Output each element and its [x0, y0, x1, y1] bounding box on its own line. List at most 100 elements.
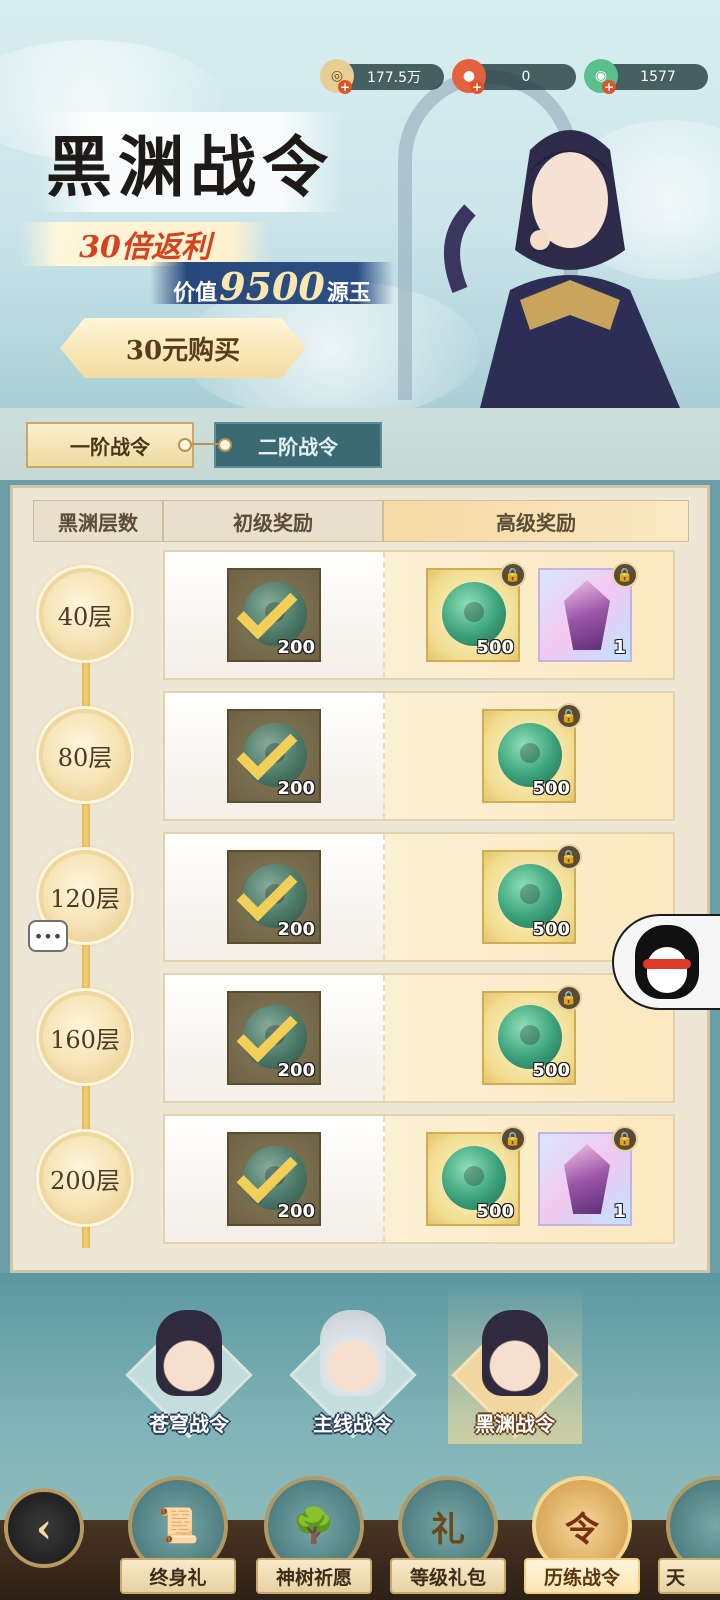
- character-portrait: [320, 1310, 386, 1396]
- value-label: 价值 9500 源玉: [150, 262, 394, 309]
- reward-item-jade[interactable]: 200: [227, 991, 321, 1085]
- lock-icon: 🔒: [612, 562, 638, 588]
- tier-tab-bar: 一阶战令 二阶战令: [0, 408, 720, 480]
- reward-card: 200 🔒 500: [163, 973, 675, 1103]
- level-badge: 40层: [39, 568, 131, 660]
- qq-penguin-icon: [635, 925, 699, 999]
- reward-item-jade[interactable]: 🔒 500: [426, 1126, 526, 1226]
- currency-red-orb[interactable]: ● + 0: [452, 59, 576, 94]
- back-button[interactable]: ‹: [4, 1488, 84, 1568]
- tab-tier-two[interactable]: 二阶战令: [214, 422, 382, 468]
- reward-card: 200 🔒 500 🔒 1: [163, 550, 675, 680]
- column-basic-reward: 初级奖励: [164, 501, 384, 541]
- currency-value: 0: [521, 69, 531, 85]
- currency-coin[interactable]: ◎ + 177.5万: [320, 59, 444, 94]
- reward-item-jade[interactable]: 🔒 500: [426, 562, 526, 662]
- reward-panel[interactable]: 黑渊层数 初级奖励 高级奖励 40层 200 🔒 500 🔒 1 80层 200…: [10, 485, 710, 1273]
- value-number: 9500: [219, 264, 325, 309]
- nav-label: 等级礼包: [390, 1558, 506, 1594]
- pass-option-mainline[interactable]: 主线战令: [278, 1290, 428, 1450]
- item-quantity: 500: [476, 1201, 514, 1222]
- pass-option-cangqiong[interactable]: 苍穹战令: [114, 1290, 264, 1450]
- basic-reward-slot: 200: [165, 975, 385, 1101]
- tab-connector-decoration: [178, 438, 232, 452]
- chat-bubble-icon[interactable]: •••: [28, 920, 68, 952]
- basic-reward-slot: 200: [165, 834, 385, 960]
- item-quantity: 500: [532, 778, 570, 799]
- reward-column-header: 黑渊层数 初级奖励 高级奖励: [33, 500, 689, 542]
- reward-row: 120层 200 🔒 500: [13, 832, 707, 962]
- lock-icon: 🔒: [500, 562, 526, 588]
- level-badge: 200层: [39, 1132, 131, 1224]
- rebate-label: 30倍返利: [20, 222, 270, 266]
- item-quantity: 500: [532, 1060, 570, 1081]
- nav-label: 天: [658, 1558, 720, 1594]
- item-quantity: 500: [476, 637, 514, 658]
- nav-item-level-pack[interactable]: 礼 等级礼包: [384, 1476, 512, 1600]
- character-portrait: [482, 1310, 548, 1396]
- lock-icon: 🔒: [556, 985, 582, 1011]
- item-quantity: 200: [277, 919, 315, 940]
- nav-item-training-pass[interactable]: 令 历练战令: [518, 1476, 646, 1600]
- nav-label: 历练战令: [524, 1558, 640, 1594]
- lock-icon: 🔒: [612, 1126, 638, 1152]
- reward-row: 160层 200 🔒 500: [13, 973, 707, 1103]
- reward-item-jade[interactable]: 200: [227, 850, 321, 944]
- level-badge: 160层: [39, 991, 131, 1083]
- pass-title: 黑渊战令: [36, 112, 344, 212]
- item-quantity: 200: [277, 1060, 315, 1081]
- nav-item-partial[interactable]: 天: [652, 1476, 720, 1600]
- currency-jade[interactable]: ◉ + 1577: [584, 59, 708, 94]
- item-quantity: 1: [613, 1201, 626, 1222]
- advanced-reward-slot: 🔒 500 🔒 1: [385, 552, 673, 678]
- nav-item-lifetime-gift[interactable]: 📜 终身礼: [114, 1476, 242, 1600]
- character-portrait: [156, 1310, 222, 1396]
- reward-row: 80层 200 🔒 500: [13, 691, 707, 821]
- reward-item-jade[interactable]: 200: [227, 568, 321, 662]
- reward-item-jade[interactable]: 200: [227, 709, 321, 803]
- nav-item-tree-wish[interactable]: 🌳 神树祈愿: [250, 1476, 378, 1600]
- crystal-icon: [564, 1144, 610, 1214]
- item-quantity: 200: [277, 778, 315, 799]
- hero-character-illustration: [444, 130, 680, 408]
- back-arrow-icon: ‹: [36, 1504, 52, 1552]
- buy-button[interactable]: 30元购买: [60, 318, 306, 378]
- basic-reward-slot: 200: [165, 1116, 385, 1242]
- reward-card: 200 🔒 500 🔒 1: [163, 1114, 675, 1244]
- value-prefix: 价值: [173, 280, 218, 306]
- reward-row: 40层 200 🔒 500 🔒 1: [13, 550, 707, 680]
- level-badge: 80层: [39, 709, 131, 801]
- basic-reward-slot: 200: [165, 552, 385, 678]
- nav-label: 神树祈愿: [256, 1558, 372, 1594]
- item-quantity: 200: [277, 1201, 315, 1222]
- reward-row: 200层 200 🔒 500 🔒 1: [13, 1114, 707, 1244]
- pass-label: 黑渊战令: [475, 1412, 555, 1436]
- value-suffix: 源玉: [326, 280, 371, 306]
- reward-item-jade[interactable]: 🔒 500: [482, 844, 582, 944]
- currency-value: 177.5万: [366, 70, 422, 86]
- pass-option-heiyuan[interactable]: 黑渊战令: [440, 1284, 590, 1450]
- add-icon[interactable]: +: [338, 80, 352, 94]
- column-level: 黑渊层数: [34, 501, 164, 541]
- reward-item-crystal[interactable]: 🔒 1: [538, 1126, 638, 1226]
- qq-float-button[interactable]: [612, 914, 720, 1010]
- nav-label: 终身礼: [120, 1558, 236, 1594]
- crystal-icon: [564, 580, 610, 650]
- pass-label: 主线战令: [313, 1412, 393, 1436]
- lock-icon: 🔒: [556, 844, 582, 870]
- reward-card: 200 🔒 500: [163, 832, 675, 962]
- item-quantity: 1: [613, 637, 626, 658]
- banner: ◎ + 177.5万 ● + 0 ◉ + 1577 黑渊战令 30倍返利 价值 …: [0, 0, 720, 408]
- lock-icon: 🔒: [556, 703, 582, 729]
- currency-bar: ◎ + 177.5万 ● + 0 ◉ + 1577: [320, 59, 708, 94]
- reward-item-jade[interactable]: 200: [227, 1132, 321, 1226]
- reward-item-jade[interactable]: 🔒 500: [482, 703, 582, 803]
- tab-tier-one[interactable]: 一阶战令: [26, 422, 194, 468]
- advanced-reward-slot: 🔒 500 🔒 1: [385, 1116, 673, 1242]
- lock-icon: 🔒: [500, 1126, 526, 1152]
- reward-item-jade[interactable]: 🔒 500: [482, 985, 582, 1085]
- currency-value: 1577: [640, 69, 676, 85]
- reward-item-crystal[interactable]: 🔒 1: [538, 562, 638, 662]
- column-advanced-reward: 高级奖励: [384, 501, 688, 541]
- basic-reward-slot: 200: [165, 693, 385, 819]
